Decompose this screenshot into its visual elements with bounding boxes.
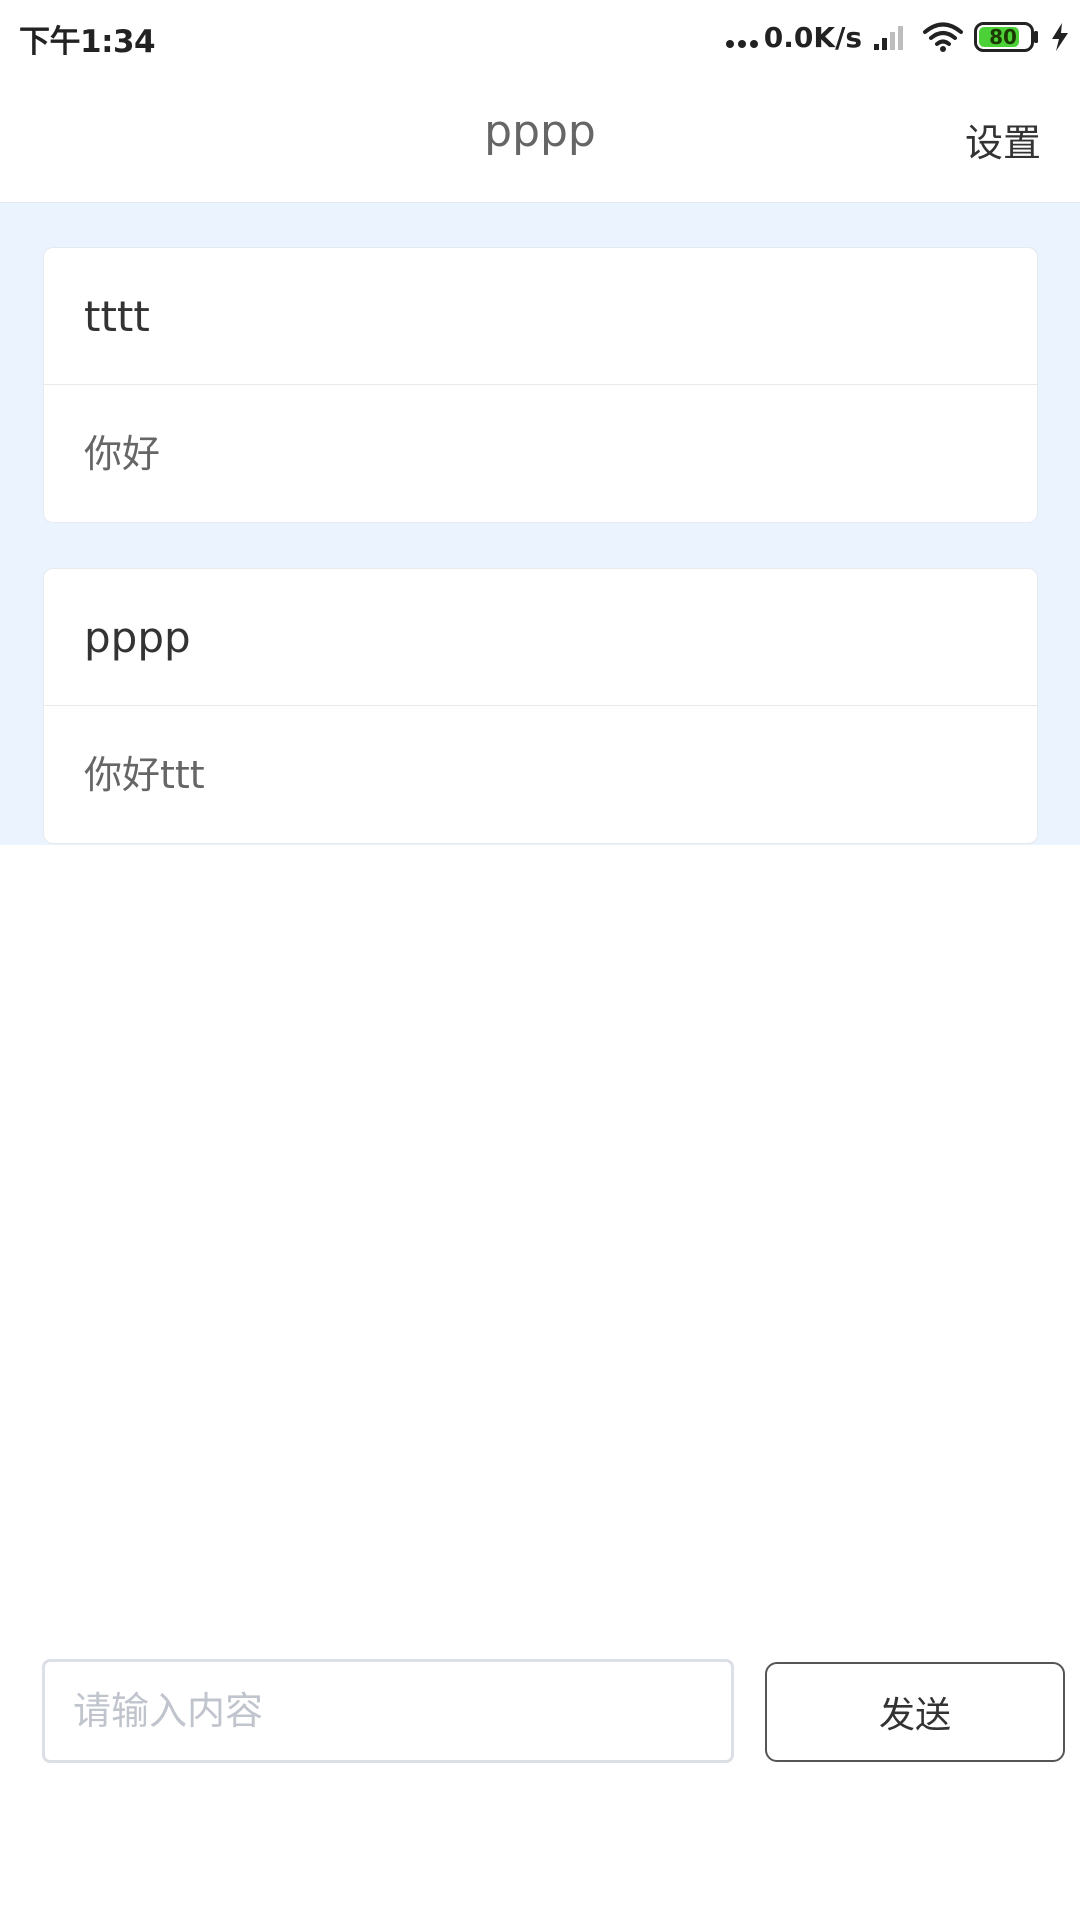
battery-level: 80 (989, 25, 1017, 49)
status-bar: 下午1:34 0.0K/s 80 (0, 0, 1080, 74)
wifi-icon (923, 22, 963, 52)
more-dots-icon (725, 40, 758, 48)
status-indicators: 0.0K/s 80 (725, 14, 1070, 60)
settings-button[interactable]: 设置 (965, 112, 1041, 167)
charging-bolt-icon (1052, 23, 1068, 51)
message-text: 你好ttt (84, 753, 205, 797)
cellular-signal-icon (874, 26, 903, 50)
status-time: 下午1:34 (19, 24, 156, 60)
page-title: pppp (484, 106, 596, 157)
message-card: pppp 你好ttt (43, 568, 1038, 844)
message-text: 你好 (84, 432, 161, 476)
message-card: tttt 你好 (43, 247, 1038, 523)
message-sender: pppp (44, 569, 1037, 706)
message-sender: tttt (44, 248, 1037, 385)
send-button[interactable]: 发送 (765, 1662, 1065, 1762)
message-list[interactable]: tttt 你好 pppp 你好ttt (0, 203, 1080, 845)
battery-indicator: 80 (974, 22, 1040, 52)
app-header: pppp 设置 (0, 74, 1080, 203)
message-input[interactable] (42, 1659, 734, 1763)
network-speed: 0.0K/s (763, 20, 862, 54)
